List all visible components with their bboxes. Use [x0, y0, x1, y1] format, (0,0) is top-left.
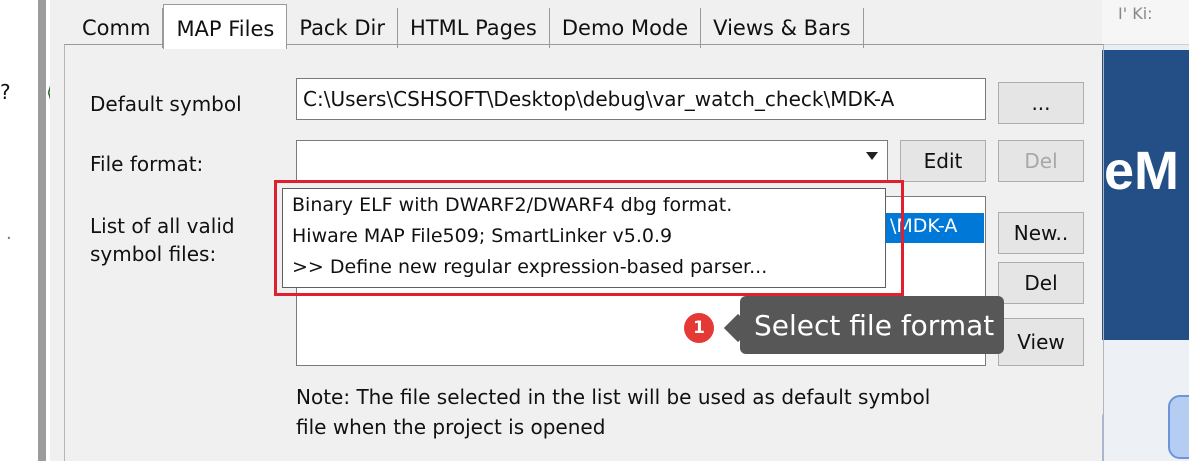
- background-right-toolbar-text: I' Ki:: [1118, 4, 1153, 23]
- background-left-text: ?: [0, 80, 11, 104]
- tab-views-bars[interactable]: Views & Bars: [701, 8, 864, 48]
- delete-format-button[interactable]: Del: [998, 140, 1084, 182]
- chevron-down-icon[interactable]: [866, 152, 878, 160]
- default-symbol-label: Default symbol: [90, 92, 242, 116]
- browse-button[interactable]: ...: [998, 82, 1084, 124]
- file-format-label: File format:: [90, 152, 204, 176]
- step-badge: 1: [684, 313, 714, 343]
- note-line1: Note: The file selected in the list will…: [296, 385, 931, 409]
- tab-html-pages[interactable]: HTML Pages: [398, 8, 550, 48]
- default-symbol-field[interactable]: C:\Users\CSHSOFT\Desktop\debug\var_watch…: [296, 78, 986, 120]
- note-text: Note: The file selected in the list will…: [296, 382, 1016, 442]
- delete-file-button[interactable]: Del: [998, 262, 1084, 304]
- tab-comm[interactable]: Comm: [72, 8, 164, 48]
- edit-button[interactable]: Edit: [900, 140, 986, 182]
- symbol-files-label-line1: List of all valid: [90, 214, 235, 238]
- symbol-files-label-line2: symbol files:: [90, 242, 217, 266]
- annotation-tooltip: Select file format: [740, 296, 1004, 354]
- background-left-strip: [38, 0, 46, 461]
- background-right-banner-text: eM: [1104, 141, 1180, 201]
- note-line2: file when the project is opened: [296, 415, 606, 439]
- background-right-button: [1168, 395, 1189, 459]
- background-left-dot: ·: [6, 228, 12, 249]
- tab-strip: Comm MAP Files Pack Dir HTML Pages Demo …: [72, 4, 864, 49]
- symbol-files-label: List of all valid symbol files:: [90, 212, 235, 268]
- highlight-box: [274, 180, 904, 296]
- tab-map-files[interactable]: MAP Files: [163, 4, 288, 49]
- tab-pack-dir[interactable]: Pack Dir: [287, 8, 398, 48]
- new-button[interactable]: New..: [998, 212, 1084, 254]
- view-button[interactable]: View: [998, 318, 1084, 366]
- file-format-combo[interactable]: [296, 140, 888, 182]
- tab-demo-mode[interactable]: Demo Mode: [550, 8, 702, 48]
